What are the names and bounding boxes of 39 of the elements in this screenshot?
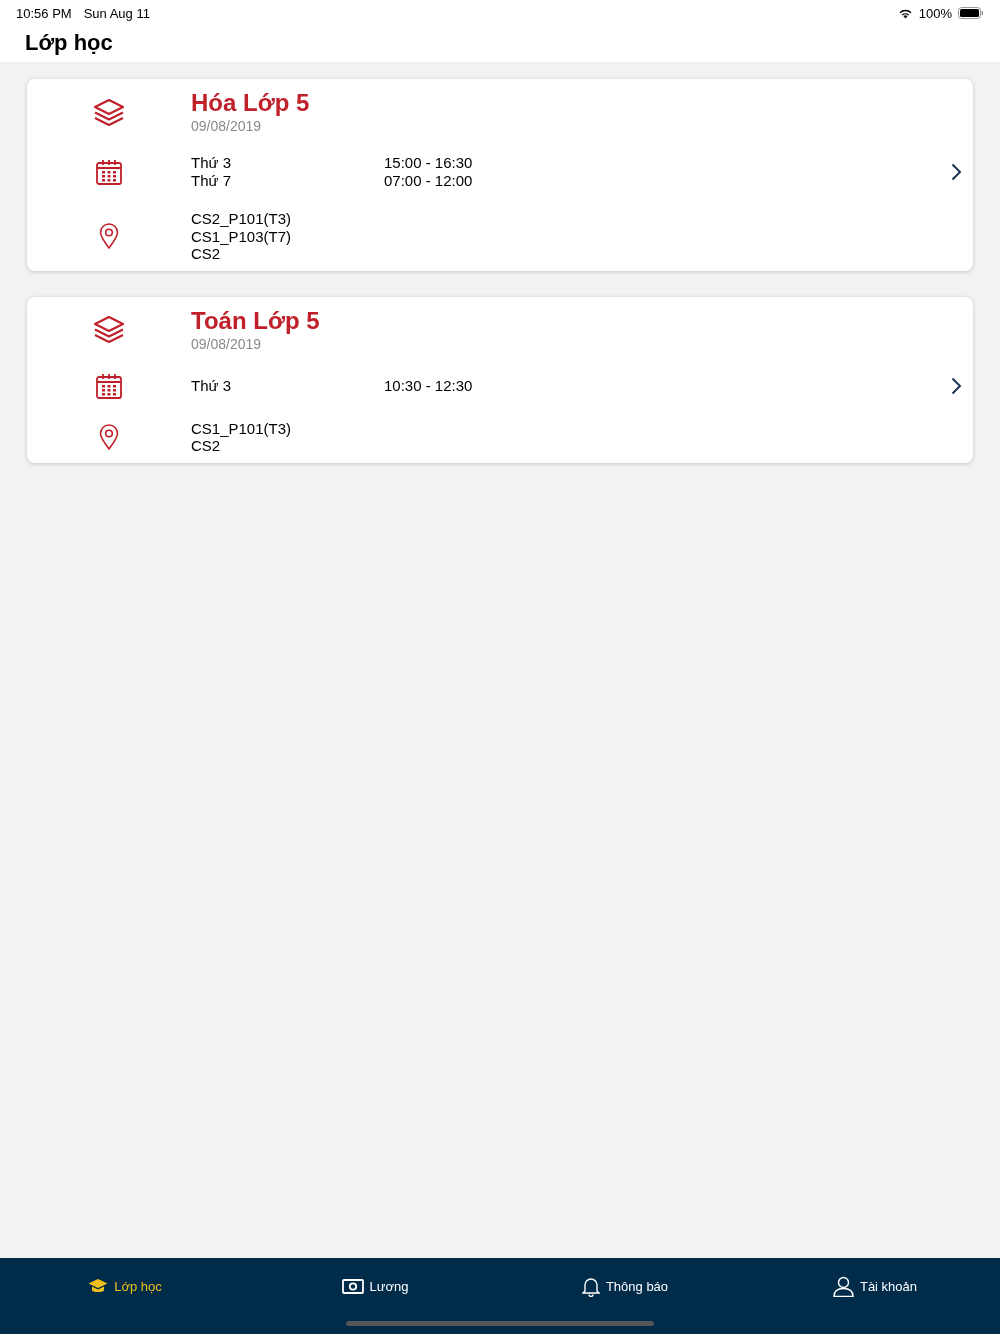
layers-icon (93, 315, 125, 343)
class-name: Toán Lớp 5 (191, 306, 320, 335)
page-title: Lớp học (25, 30, 114, 56)
schedule-day: Thứ 7 (191, 172, 384, 190)
class-date: 09/08/2019 (191, 335, 263, 352)
tab-item[interactable]: Lớp học (0, 1258, 250, 1314)
location-pin-icon (99, 424, 119, 450)
location-text: CS2 (191, 245, 222, 263)
location-pin-icon (99, 223, 119, 250)
schedule-time: 15:00 - 16:30 (384, 154, 473, 172)
banknote-icon (341, 1278, 364, 1294)
wifi-icon (897, 7, 913, 19)
tab-item[interactable]: Tài khoản (750, 1258, 1000, 1314)
calendar-icon (95, 371, 123, 400)
location-text: CS1_P101(T3) (191, 419, 292, 437)
calendar-icon (95, 158, 123, 186)
schedule-time: 10:30 - 12:30 (384, 376, 473, 395)
tab-item[interactable]: Thông báo (500, 1258, 750, 1314)
location-text: CS1_P103(T7) (191, 227, 292, 245)
schedule-day: Thứ 3 (191, 154, 384, 172)
status-time: 10:56 PM (16, 5, 72, 21)
graduation-cap-icon (88, 1278, 109, 1294)
bell-icon (581, 1275, 600, 1297)
location-text: CS2 (191, 437, 222, 455)
status-date: Sun Aug 11 (83, 5, 150, 21)
schedule-time: 07:00 - 12:00 (384, 172, 473, 190)
schedule-day: Thứ 3 (191, 376, 384, 395)
battery-percent: 100% (918, 5, 952, 21)
class-card[interactable]: Hóa Lớp 5 09/08/2019 Thứ 3 15:00 - 16:30 Thứ 7 07:00 - 12:00 CS2_P101(T3) CS1_P103(T7) CS2 (27, 79, 973, 271)
layers-icon (93, 97, 125, 126)
class-date: 09/08/2019 (191, 118, 263, 134)
chevron-right-icon[interactable] (951, 376, 962, 395)
battery-icon (958, 7, 984, 19)
class-name: Hóa Lớp 5 (191, 89, 310, 117)
user-icon (832, 1275, 854, 1297)
class-card[interactable]: Toán Lớp 5 09/08/2019 Thứ 3 10:30 - 12:30 CS1_P101(T3) CS2 (27, 296, 973, 463)
tab-item[interactable]: Lương (250, 1258, 500, 1314)
chevron-right-icon[interactable] (951, 163, 962, 181)
location-text: CS2_P101(T3) (191, 210, 292, 228)
